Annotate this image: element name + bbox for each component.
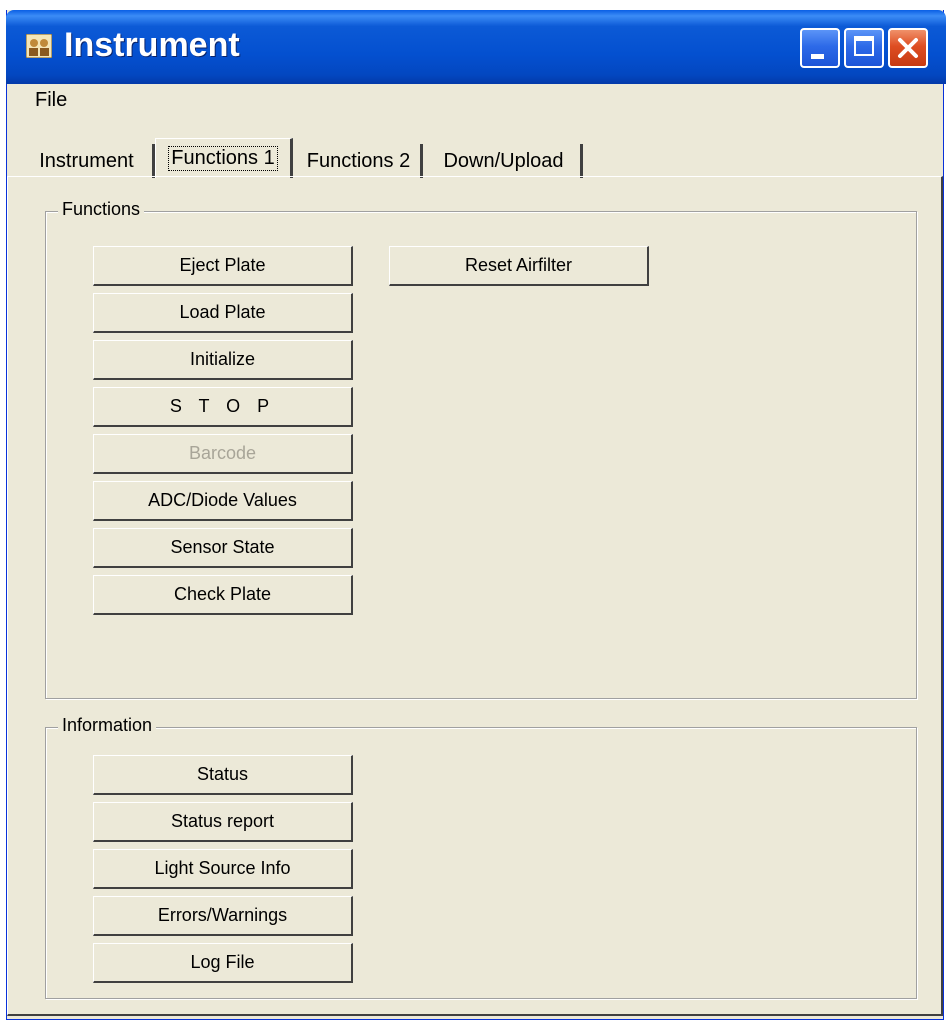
adc-diode-values-button[interactable]: ADC/Diode Values: [93, 481, 353, 521]
log-file-button[interactable]: Log File: [93, 943, 353, 983]
barcode-button: Barcode: [93, 434, 353, 474]
initialize-button[interactable]: Initialize: [93, 340, 353, 380]
tab-label: Functions 1: [168, 146, 278, 171]
load-plate-button[interactable]: Load Plate: [93, 293, 353, 333]
eject-plate-button[interactable]: Eject Plate: [93, 246, 353, 286]
information-group-label: Information: [58, 715, 157, 736]
tab-functions-1[interactable]: Functions 1: [155, 138, 293, 178]
status-report-button[interactable]: Status report: [93, 802, 353, 842]
close-icon: [898, 38, 918, 58]
tab-functions-2[interactable]: Functions 2: [297, 144, 423, 178]
tab-down-upload[interactable]: Down/Upload: [427, 144, 583, 178]
instrument-app-icon: [25, 33, 53, 59]
minimize-button[interactable]: [800, 28, 840, 68]
information-groupbox: Information Status Status report Light S…: [45, 715, 917, 999]
title-bar[interactable]: Instrument: [6, 10, 946, 84]
errors-warnings-button[interactable]: Errors/Warnings: [93, 896, 353, 936]
tab-instrument[interactable]: Instrument: [21, 144, 155, 178]
tab-label: Functions 2: [306, 149, 411, 172]
sensor-state-button[interactable]: Sensor State: [93, 528, 353, 568]
menu-file[interactable]: File: [35, 89, 67, 112]
close-button[interactable]: [888, 28, 928, 68]
functions-groupbox: Functions Eject Plate Load Plate Initial…: [45, 199, 917, 699]
tab-panel-functions-1: Functions Eject Plate Load Plate Initial…: [7, 176, 943, 1016]
reset-airfilter-button[interactable]: Reset Airfilter: [389, 246, 649, 286]
functions-group-label: Functions: [58, 199, 145, 220]
stop-button[interactable]: S T O P: [93, 387, 353, 427]
light-source-info-button[interactable]: Light Source Info: [93, 849, 353, 889]
check-plate-button[interactable]: Check Plate: [93, 575, 353, 615]
maximize-button[interactable]: [844, 28, 884, 68]
menu-bar: File: [7, 84, 943, 118]
status-button[interactable]: Status: [93, 755, 353, 795]
instrument-window: Instrument File Instrument Functions 1 F…: [6, 10, 946, 1020]
tab-label: Down/Upload: [443, 149, 564, 172]
tab-label: Instrument: [39, 149, 134, 172]
window-title: Instrument: [64, 26, 240, 64]
